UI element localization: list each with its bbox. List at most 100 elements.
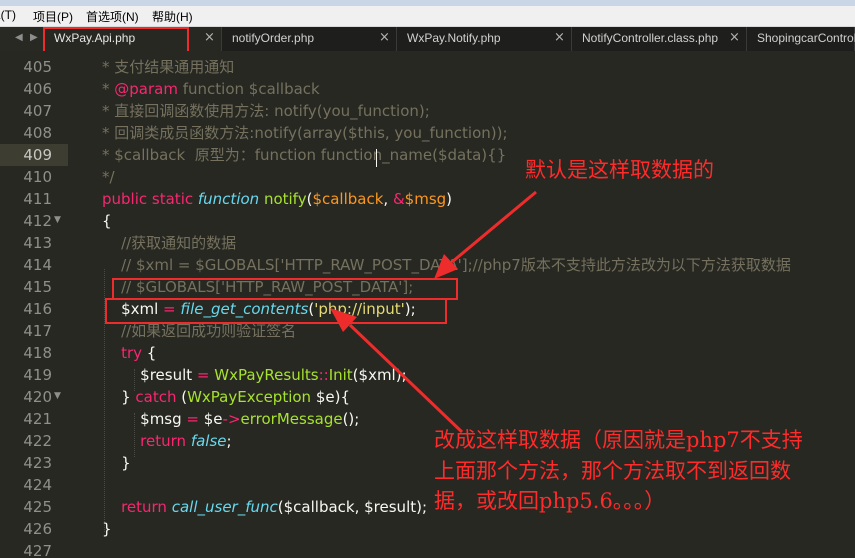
line-number: 406 — [23, 80, 52, 98]
code-line[interactable]: * $callback 原型为：function function_name($… — [102, 144, 506, 166]
code-line[interactable]: //获取通知的数据 — [102, 232, 236, 254]
code-token: call_user_func — [171, 498, 278, 516]
code-token: WxPayResults — [214, 366, 319, 384]
code-token: //如果返回成功则验证签名 — [121, 322, 297, 340]
code-line[interactable]: * 回调类成员函数方法:notify(array($this, you_func… — [102, 122, 508, 144]
line-number: 420 — [23, 388, 52, 406]
line-number: 413 — [23, 234, 52, 252]
close-icon[interactable]: × — [554, 30, 565, 45]
code-line[interactable]: } — [102, 452, 131, 474]
line-gutter: 405 406 407 408 409 410 411 412 ▼ 413 414 415 416 417… — [0, 51, 72, 558]
code-token: Init — [328, 366, 353, 384]
code-line[interactable]: return call_user_func($callback, $result… — [102, 496, 427, 518]
code-token: WxPayException — [187, 388, 312, 406]
code-token: { — [142, 344, 157, 362]
code-line[interactable]: } catch (WxPayException $e){ — [102, 386, 350, 408]
fold-arrow-icon[interactable]: ▼ — [54, 215, 61, 225]
code-token: * 支付结果通用通知 — [102, 58, 235, 76]
code-line[interactable]: { — [102, 210, 112, 232]
code-token: , — [383, 190, 393, 208]
code-token: notify — [263, 190, 307, 208]
code-line[interactable]: $result = WxPayResults::Init($xml); — [102, 364, 407, 386]
annotation-line-2: 上面那个方法，那个方法取不到返回数 — [434, 459, 791, 483]
code-token: return — [121, 498, 167, 516]
text-cursor — [376, 149, 377, 167]
tab-notify-order[interactable]: notifyOrder.php × — [222, 27, 397, 51]
tab-wxpay-notify[interactable]: WxPay.Notify.php × — [397, 27, 572, 51]
menu-project[interactable]: 项目(P) — [33, 8, 73, 25]
menu-help[interactable]: 帮助(H) — [152, 8, 193, 25]
code-token: //获取通知的数据 — [121, 234, 237, 252]
close-icon[interactable]: × — [204, 30, 215, 45]
code-token: public — [102, 190, 148, 208]
code-token: $e — [198, 410, 223, 428]
line-number: 417 — [23, 322, 52, 340]
code-token: -> — [222, 410, 241, 428]
code-token: ($callback, $result); — [277, 498, 428, 516]
code-line[interactable]: */ — [102, 166, 115, 188]
code-token: = — [196, 366, 210, 384]
line-number: 410 — [23, 168, 52, 186]
code-line[interactable]: * @param function $callback — [102, 78, 320, 100]
code-token: } — [102, 454, 131, 472]
code-token: errorMessage — [240, 410, 343, 428]
nav-left-arrow-icon[interactable]: ◀ — [15, 32, 23, 43]
code-line[interactable]: } — [102, 518, 112, 540]
tab-label: WxPay.Notify.php — [407, 31, 501, 45]
code-line[interactable]: * 直接回调函数使用方法: notify(you_function); — [102, 100, 430, 122]
tab-shopingcar-controller[interactable]: ShopingcarControll — [747, 27, 855, 51]
line-number: 416 — [23, 300, 52, 318]
line-number: 419 — [23, 366, 52, 384]
close-icon[interactable]: × — [379, 30, 390, 45]
fold-arrow-icon[interactable]: ▼ — [54, 391, 61, 401]
tab-notify-controller[interactable]: NotifyController.class.php × — [572, 27, 747, 51]
code-token: // $xml = $GLOBALS['HTTP_RAW_POST_DATA']… — [121, 256, 791, 274]
code-token: { — [102, 212, 112, 230]
code-token: * 回调类成员函数方法:notify(array($this, you_func… — [102, 124, 508, 142]
code-token: return — [140, 432, 187, 450]
close-icon[interactable]: × — [729, 30, 740, 45]
line-number: 422 — [23, 432, 52, 450]
line-number: 426 — [23, 520, 52, 538]
code-token: ; — [226, 432, 232, 450]
code-token: function $callback — [177, 80, 320, 98]
code-token: = — [186, 410, 199, 428]
line-number: 409 — [23, 146, 52, 164]
code-line[interactable]: return false; — [102, 430, 232, 452]
code-token: :: — [318, 366, 329, 384]
code-line[interactable]: public static function notify($callback,… — [102, 188, 452, 210]
line-number: 427 — [23, 542, 52, 558]
code-token: ) — [446, 190, 453, 208]
code-token: static — [151, 190, 194, 208]
line-number: 407 — [23, 102, 52, 120]
menu-preferences[interactable]: 首选项(N) — [86, 8, 139, 25]
code-line[interactable]: try { — [102, 342, 156, 364]
nav-right-arrow-icon[interactable]: ▶ — [30, 32, 38, 43]
code-token: ($xml); — [352, 366, 407, 384]
code-token: $callback — [312, 190, 384, 208]
line-number: 408 — [23, 124, 52, 142]
code-token: ( — [176, 388, 188, 406]
code-line[interactable]: $msg = $e->errorMessage(); — [102, 408, 359, 430]
line-number: 425 — [23, 498, 52, 516]
line-number: 405 — [23, 58, 52, 76]
code-token: } — [102, 520, 112, 538]
code-token: function — [197, 190, 260, 208]
code-token: $e){ — [311, 388, 351, 406]
menu-tools[interactable]: L(T) — [0, 8, 16, 22]
menu-bar: L(T) 项目(P) 首选项(N) 帮助(H) — [0, 6, 855, 27]
code-line[interactable]: // $xml = $GLOBALS['HTTP_RAW_POST_DATA']… — [102, 254, 791, 276]
code-token: $msg — [102, 410, 187, 428]
code-token: catch — [135, 388, 177, 406]
tab-label: notifyOrder.php — [232, 31, 315, 45]
code-line[interactable]: * 支付结果通用通知 — [102, 56, 234, 78]
code-token: $result — [102, 366, 197, 384]
code-token: false — [190, 432, 227, 450]
line-number: 412 — [23, 212, 52, 230]
code-token: (); — [342, 410, 360, 428]
annotation-line-1: 改成这样取数据（原因就是php7不支持 — [434, 428, 803, 452]
code-token: & — [392, 190, 405, 208]
